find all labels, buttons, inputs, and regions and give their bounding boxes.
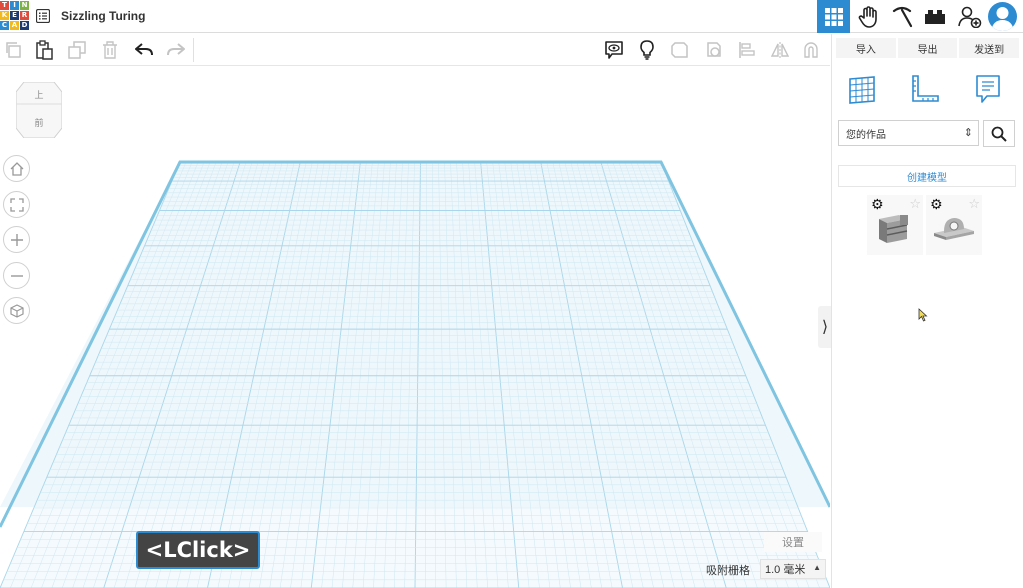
paste-button[interactable] xyxy=(33,39,55,61)
zoom-out-button[interactable] xyxy=(3,262,30,289)
fit-view-button[interactable] xyxy=(3,191,30,218)
snap-grid-select[interactable]: 1.0 毫米 ▲ xyxy=(760,559,826,579)
fit-icon xyxy=(9,197,24,212)
tinkercad-editor: T I N K E R C A D Sizzling Turing 上 前 设置… xyxy=(0,0,1023,588)
hint-button[interactable] xyxy=(636,39,658,61)
zoom-in-button[interactable] xyxy=(3,226,30,253)
caret-up-icon: ▲ xyxy=(813,563,821,572)
copy-icon xyxy=(6,42,21,58)
plus-icon xyxy=(10,233,23,246)
workplane-magnet-button[interactable] xyxy=(800,39,822,61)
copy-button[interactable] xyxy=(2,39,24,61)
trash-icon xyxy=(103,41,117,59)
shapes-category-dropdown[interactable]: 您的作品 ⇕ xyxy=(838,120,979,146)
toolbar-divider xyxy=(193,38,194,62)
add-collaborator-button[interactable] xyxy=(953,0,986,33)
panel-collapse-toggle[interactable]: ⟩ xyxy=(818,306,832,348)
hinge-model-preview xyxy=(879,215,908,243)
logo-letter: C xyxy=(0,21,9,30)
lego-bricks-button[interactable] xyxy=(918,0,951,33)
paste-icon xyxy=(36,40,53,60)
shape-search-button[interactable] xyxy=(983,120,1015,147)
snap-grid-value: 1.0 毫米 xyxy=(765,564,806,576)
shape-thumbnail[interactable]: ⚙ ☆ xyxy=(867,195,923,255)
user-icon xyxy=(991,7,1014,31)
logo-letter: E xyxy=(10,11,19,20)
ruler-button[interactable] xyxy=(910,74,940,106)
logo-letter: N xyxy=(20,1,29,10)
comment-eye-icon xyxy=(605,41,623,59)
panel-mode-icons xyxy=(832,74,1022,110)
3d-design-view-button[interactable] xyxy=(817,0,850,33)
3d-workplane-viewport[interactable]: 上 前 设置 吸附栅格 1.0 毫米 ▲ <LClick> xyxy=(0,67,830,588)
notes-button[interactable] xyxy=(603,39,625,61)
design-list-icon[interactable] xyxy=(36,9,50,23)
delete-button[interactable] xyxy=(99,39,121,61)
mirror-button[interactable] xyxy=(769,39,791,61)
shape-thumbnail[interactable]: ⚙ ☆ xyxy=(926,195,982,255)
workplane-button[interactable] xyxy=(847,74,877,106)
lightbulb-icon xyxy=(640,40,654,60)
updown-caret-icon: ⇕ xyxy=(963,127,973,139)
redo-icon xyxy=(167,43,185,56)
workplane-icon xyxy=(849,76,875,104)
settings-button[interactable]: 设置 xyxy=(764,532,822,552)
export-button[interactable]: 导出 xyxy=(897,38,958,58)
logo-letter: A xyxy=(10,21,19,30)
view-cube[interactable]: 上 前 xyxy=(16,82,62,138)
logo-letter: I xyxy=(10,1,19,10)
shape-icon xyxy=(671,42,688,58)
home-view-button[interactable] xyxy=(3,155,30,182)
duplicate-icon xyxy=(68,41,86,59)
logo-letter: T xyxy=(0,1,9,10)
mouse-cursor-icon xyxy=(918,308,928,322)
group-icon xyxy=(707,42,721,57)
magnet-icon xyxy=(804,42,818,58)
align-button[interactable] xyxy=(736,39,758,61)
logo-letter: D xyxy=(20,21,29,30)
import-button[interactable]: 导入 xyxy=(836,38,896,58)
solid-hole-button[interactable] xyxy=(669,39,691,61)
hand-icon xyxy=(858,5,877,28)
cube-icon xyxy=(9,303,24,318)
undo-icon xyxy=(135,43,153,56)
grid-view-icon xyxy=(824,7,843,26)
view-cube-front-label: 前 xyxy=(34,117,43,129)
dropdown-value: 您的作品 xyxy=(846,129,886,141)
click-indicator-overlay: <LClick> xyxy=(136,531,260,569)
create-model-button[interactable]: 创建模型 xyxy=(838,165,1016,187)
search-icon xyxy=(991,126,1007,142)
undo-button[interactable] xyxy=(133,39,155,61)
home-icon xyxy=(10,161,23,176)
pickaxe-icon xyxy=(892,6,912,27)
brick-icon xyxy=(924,9,945,24)
notes-tool-button[interactable] xyxy=(973,74,1003,106)
design-title[interactable]: Sizzling Turing xyxy=(61,9,145,23)
redo-button[interactable] xyxy=(165,39,187,61)
user-avatar[interactable] xyxy=(988,2,1017,31)
mirror-icon xyxy=(771,42,789,58)
perspective-toggle-button[interactable] xyxy=(3,297,30,324)
bearing-block-model-preview xyxy=(934,218,974,240)
view-cube-top-label: 上 xyxy=(34,90,43,101)
send-to-button[interactable]: 发送到 xyxy=(959,38,1020,58)
snap-grid-label: 吸附栅格 xyxy=(706,565,750,577)
bricks-view-button[interactable] xyxy=(885,0,918,33)
workplane-grid[interactable] xyxy=(0,67,830,588)
duplicate-button[interactable] xyxy=(66,39,88,61)
add-user-icon xyxy=(957,6,981,28)
top-header: T I N K E R C A D Sizzling Turing xyxy=(0,0,1023,33)
blocks-view-button[interactable] xyxy=(851,0,884,33)
minus-icon xyxy=(10,274,23,277)
logo-letter: R xyxy=(20,11,29,20)
tinkercad-logo[interactable]: T I N K E R C A D xyxy=(0,1,29,31)
group-button[interactable] xyxy=(703,39,725,61)
edit-toolbar xyxy=(0,34,830,66)
chevron-right-icon: ⟩ xyxy=(821,319,829,336)
align-icon xyxy=(739,42,755,58)
ruler-icon xyxy=(912,75,939,102)
logo-letter: K xyxy=(0,11,9,20)
import-export-tabs: 导入 导出 发送到 xyxy=(836,38,1020,58)
note-icon xyxy=(976,75,1000,103)
